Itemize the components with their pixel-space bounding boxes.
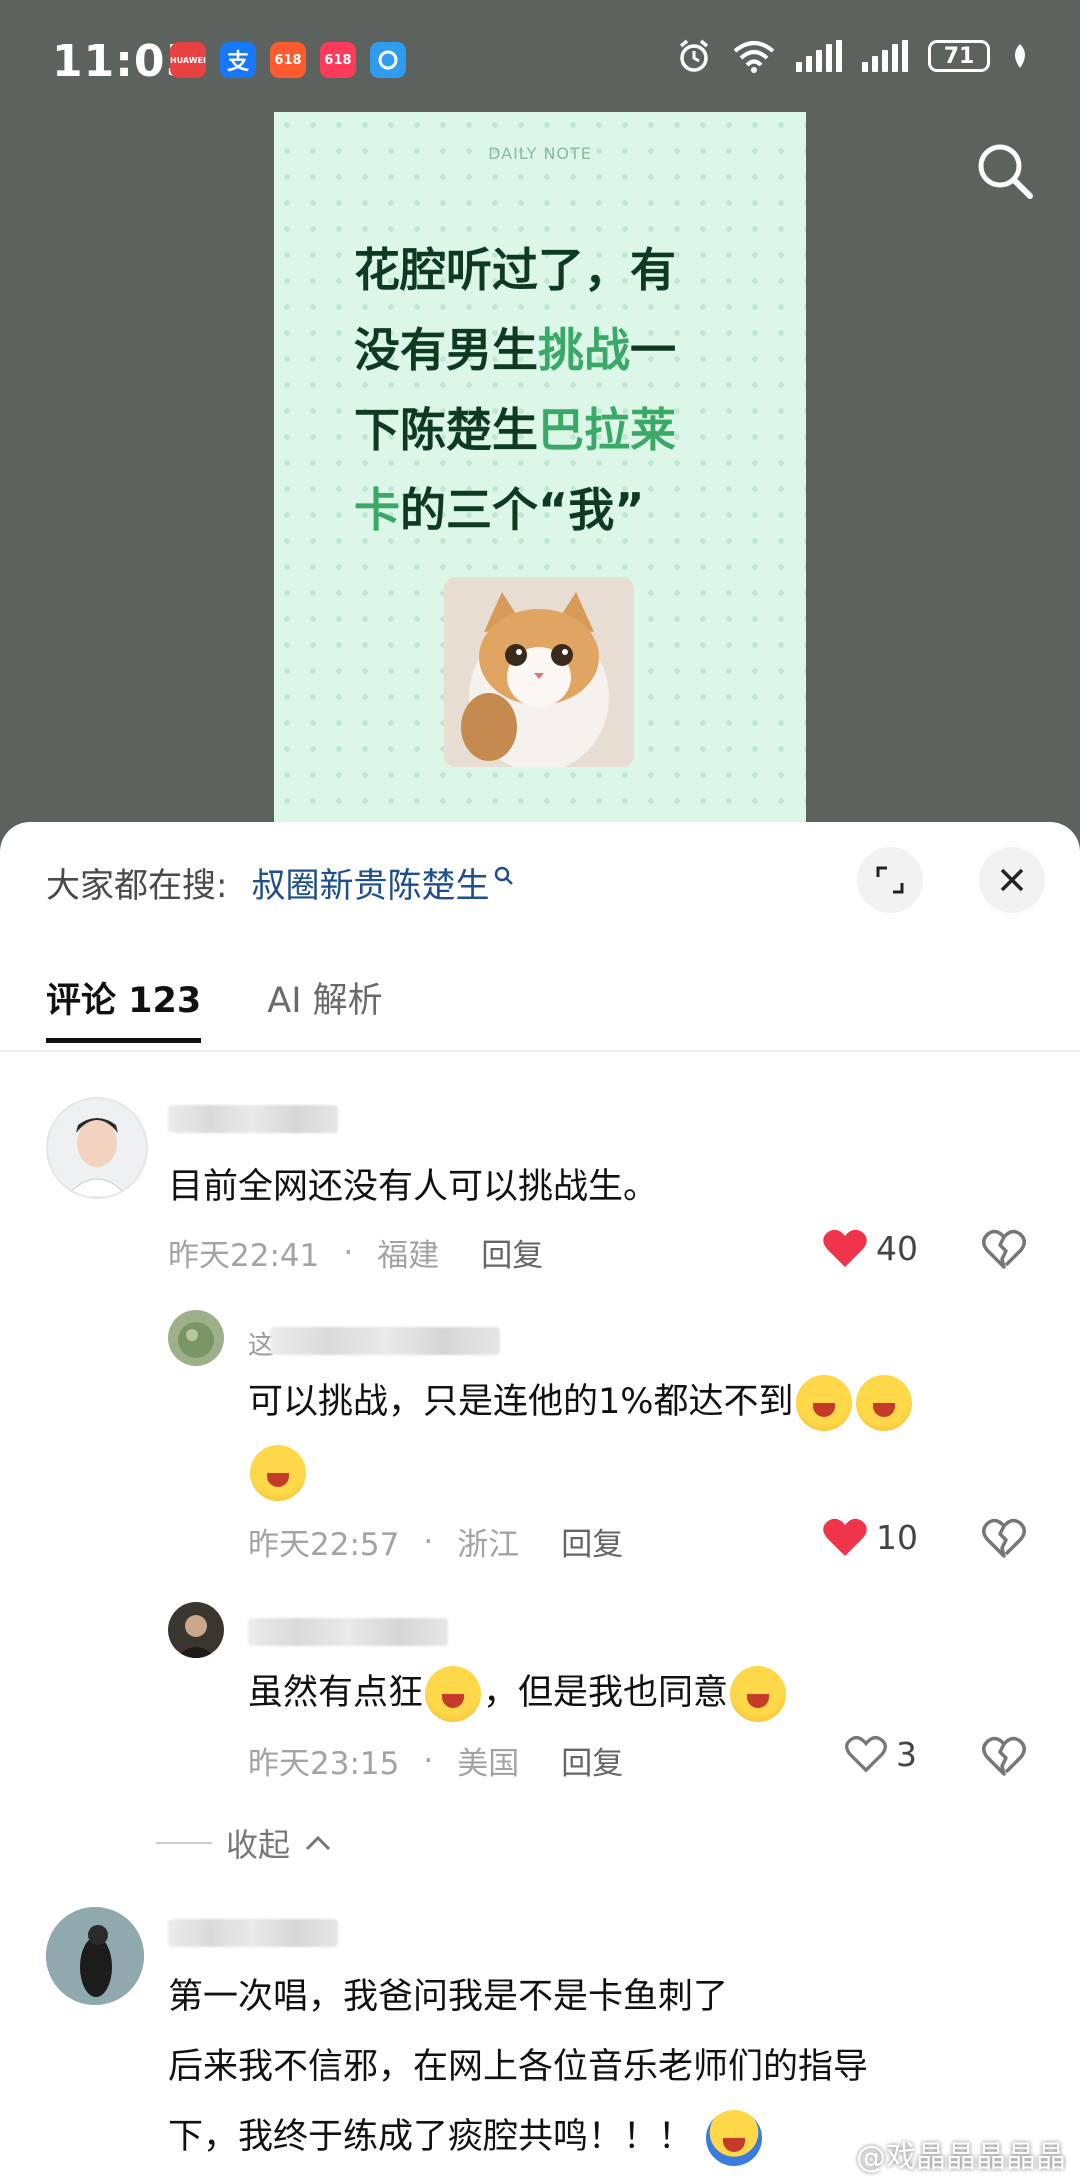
reply-button[interactable]: 回复 bbox=[481, 1230, 543, 1275]
comment-time: 昨天22:57 bbox=[248, 1527, 400, 1563]
meta-dot: · bbox=[423, 1523, 434, 1560]
broken-heart-icon bbox=[982, 1736, 1026, 1776]
search-button[interactable] bbox=[974, 140, 1036, 206]
comment-meta: 昨天23:15 · 美国 回复 bbox=[248, 1738, 623, 1783]
heart-filled-icon bbox=[823, 1518, 867, 1556]
comment-text: 虽然有点狂 ，但是我也同意 bbox=[248, 1658, 788, 1728]
comment-location: 美国 bbox=[457, 1746, 520, 1782]
note-title-line: 卡的三个“我” bbox=[354, 483, 645, 537]
battery-icon: 71 bbox=[928, 40, 990, 72]
hugging-face-emoji bbox=[730, 1666, 787, 1722]
dislike-button[interactable] bbox=[982, 1518, 1026, 1562]
like-count: 40 bbox=[876, 1228, 918, 1268]
note-title: 花腔听过了，有 没有男生挑战一 下陈楚生巴拉莱 卡的三个“我” bbox=[354, 230, 734, 550]
search-icon bbox=[978, 144, 1033, 199]
search-icon bbox=[495, 866, 514, 885]
collapse-line bbox=[156, 1842, 212, 1844]
huawei-appgallery-icon: HUAWEI bbox=[170, 42, 206, 78]
username-blurred[interactable] bbox=[168, 1105, 338, 1133]
tears-of-joy-emoji bbox=[795, 1375, 852, 1431]
reply-button[interactable]: 回复 bbox=[561, 1738, 623, 1783]
note-title-line: 没有男生挑战一 bbox=[354, 323, 676, 377]
tears-of-joy-emoji bbox=[250, 1445, 306, 1501]
browser-icon bbox=[370, 42, 406, 78]
close-icon bbox=[1000, 868, 1024, 892]
comments-sheet: 大家都在搜: 叔圈新贵陈楚生 评论 123 AI 解析 目前全网还没有人可以挑战… bbox=[0, 822, 1080, 2180]
hot-search-keyword[interactable]: 叔圈新贵陈楚生 bbox=[251, 858, 489, 907]
signal-icon-2 bbox=[862, 40, 908, 72]
comment-text: 目前全网还没有人可以挑战生。 bbox=[168, 1167, 659, 1207]
reply-button[interactable]: 回复 bbox=[561, 1519, 623, 1564]
watermark: @戏晶晶晶晶晶 bbox=[856, 2140, 1066, 2175]
like-button[interactable]: 3 bbox=[844, 1734, 917, 1774]
alipay-icon: 支 bbox=[220, 42, 256, 78]
broken-heart-icon bbox=[982, 1518, 1026, 1558]
note-title-line: 下陈楚生巴拉莱 bbox=[354, 403, 676, 457]
avatar[interactable] bbox=[168, 1310, 224, 1366]
comment-location: 浙江 bbox=[457, 1527, 520, 1563]
comment-text: 可以挑战，只是连他的1%都达不到 bbox=[248, 1367, 1028, 1507]
username-blurred[interactable] bbox=[248, 1618, 448, 1646]
close-button[interactable] bbox=[979, 847, 1045, 913]
collapse-label: 收起 bbox=[226, 1826, 291, 1864]
tmall-618-icon: 618 bbox=[320, 42, 356, 78]
tab-ai-analysis[interactable]: AI 解析 bbox=[267, 972, 382, 1023]
alarm-icon bbox=[679, 39, 709, 72]
comment-time: 昨天23:15 bbox=[248, 1746, 400, 1782]
signal-icon-1 bbox=[796, 40, 842, 72]
avatar[interactable] bbox=[46, 1907, 144, 2005]
username-blurred[interactable] bbox=[168, 1919, 338, 1947]
hot-search-label: 大家都在搜: bbox=[46, 866, 228, 906]
hot-search-bar[interactable]: 大家都在搜: 叔圈新贵陈楚生 bbox=[46, 858, 515, 907]
notification-app-icons: HUAWEI 支 618 618 bbox=[170, 42, 406, 78]
broken-heart-icon bbox=[982, 1229, 1026, 1269]
post-image-card[interactable]: DAILY NOTE 花腔听过了，有 没有男生挑战一 下陈楚生巴拉莱 卡的三个“… bbox=[274, 112, 806, 832]
system-icons: 71 bbox=[676, 38, 1030, 74]
heart-outline-icon bbox=[845, 1735, 887, 1773]
like-button[interactable]: 10 bbox=[822, 1516, 918, 1558]
screaming-emoji bbox=[706, 2110, 763, 2166]
collapse-replies-button[interactable]: 收起 bbox=[156, 1820, 332, 1866]
comment-time: 昨天22:41 bbox=[168, 1238, 320, 1274]
tab-comments[interactable]: 评论 123 bbox=[46, 972, 202, 1043]
leaf-icon bbox=[1015, 44, 1025, 68]
status-bar: 11:05 HUAWEI 支 618 618 71 bbox=[0, 0, 1080, 120]
username-blurred[interactable] bbox=[270, 1327, 500, 1355]
meta-dot: · bbox=[423, 1742, 434, 1779]
expand-button[interactable] bbox=[857, 847, 923, 913]
tab-divider bbox=[0, 1050, 1080, 1052]
chevron-up-icon bbox=[305, 1835, 331, 1851]
wifi-icon bbox=[733, 41, 775, 73]
note-title-line: 花腔听过了，有 bbox=[354, 243, 676, 297]
note-label: DAILY NOTE bbox=[488, 144, 592, 163]
tears-of-joy-emoji bbox=[855, 1375, 912, 1431]
comment-meta: 昨天22:41 · 福建 回复 bbox=[168, 1230, 543, 1275]
like-button[interactable]: 40 bbox=[822, 1227, 918, 1269]
comment-location: 福建 bbox=[377, 1238, 440, 1274]
avatar[interactable] bbox=[46, 1097, 148, 1199]
heart-filled-icon bbox=[823, 1229, 867, 1267]
cat-meme-image bbox=[444, 577, 634, 767]
tears-of-joy-emoji bbox=[425, 1666, 482, 1722]
expand-icon bbox=[876, 866, 904, 894]
like-count: 10 bbox=[876, 1517, 918, 1557]
tab-bar: 评论 123 AI 解析 bbox=[46, 972, 383, 1043]
comment-meta: 昨天22:57 · 浙江 回复 bbox=[248, 1519, 623, 1564]
taobao-618-icon: 618 bbox=[270, 42, 306, 78]
avatar[interactable] bbox=[168, 1602, 224, 1658]
dislike-button[interactable] bbox=[982, 1736, 1026, 1780]
like-count: 3 bbox=[896, 1734, 917, 1774]
meta-dot: · bbox=[343, 1234, 354, 1271]
dislike-button[interactable] bbox=[982, 1229, 1026, 1273]
